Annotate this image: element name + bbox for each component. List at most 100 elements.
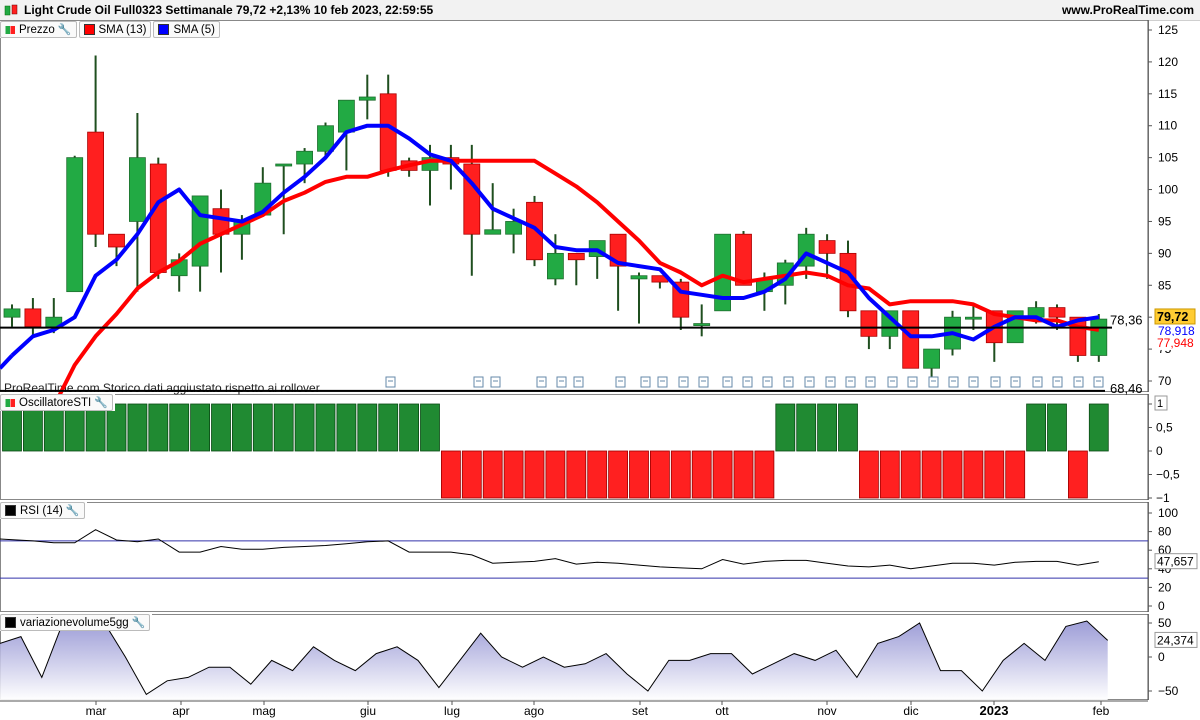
candle-body	[358, 96, 376, 101]
candle-body	[505, 221, 523, 235]
sti-bar	[190, 403, 211, 452]
sti-bar	[859, 450, 879, 499]
price-tick-label: 95	[1158, 214, 1172, 228]
candle-body	[630, 275, 648, 280]
candle-body	[24, 308, 42, 328]
candle-body	[3, 308, 21, 318]
month-label: giu	[360, 704, 376, 718]
sti-bar	[712, 450, 733, 499]
sti-bar	[64, 403, 85, 452]
event-marker-icon	[1073, 376, 1084, 388]
sti-tick-label: −1	[1156, 491, 1170, 505]
sti-bar	[796, 403, 817, 452]
sti-bar	[650, 450, 670, 499]
sti-bar	[85, 403, 106, 452]
rsi-value-label: 47,657	[1157, 555, 1194, 569]
wrench-icon[interactable]: 🔧	[132, 616, 146, 629]
month-label: dic	[903, 704, 918, 718]
price-tick-label: 90	[1158, 246, 1172, 260]
legend-rsi[interactable]: RSI (14) 🔧	[0, 502, 85, 519]
vol-tick-label: 50	[1158, 616, 1172, 630]
sti-bar	[984, 450, 1005, 499]
rsi-line	[0, 529, 1099, 570]
event-marker-icon	[948, 376, 959, 388]
legend-sti[interactable]: OscillatoreSTI 🔧	[0, 394, 113, 411]
event-marker-icon	[722, 376, 733, 388]
sti-bar	[691, 450, 712, 499]
chart-canvas[interactable]: 707580859095100105110115120125ProRealTim…	[0, 0, 1200, 720]
last-price-label: 79,72	[1157, 310, 1188, 324]
price-tick-label: 110	[1158, 119, 1177, 133]
month-label: apr	[172, 704, 189, 718]
event-marker-icon	[1010, 376, 1021, 388]
event-marker-icon	[742, 376, 753, 388]
sti-bar	[420, 403, 440, 452]
legend-sma13-label: SMA (13)	[98, 23, 147, 36]
color-swatch	[5, 505, 16, 516]
sti-value-label: 1	[1157, 398, 1163, 410]
month-label: lug	[444, 704, 460, 718]
candle-body	[547, 252, 564, 280]
event-marker-icon	[678, 376, 689, 388]
price-tick-label: 115	[1158, 87, 1177, 101]
event-marker-icon	[640, 376, 651, 388]
sti-bar	[754, 450, 775, 499]
sti-bar	[357, 403, 378, 452]
legend-prezzo-label: Prezzo	[19, 23, 55, 36]
sti-bar	[838, 403, 858, 452]
legend-sti-label: OscillatoreSTI	[19, 396, 92, 409]
event-marker-icon	[573, 376, 584, 388]
sti-bar	[608, 450, 628, 499]
candle-body	[735, 233, 752, 286]
event-marker-icon	[1032, 376, 1043, 388]
rsi-tick-label: 100	[1158, 506, 1178, 520]
candle-body	[317, 125, 334, 152]
event-marker-icon	[762, 376, 773, 388]
candle-body	[965, 316, 982, 320]
legend-prezzo[interactable]: Prezzo 🔧	[0, 21, 77, 38]
price-legend: Prezzo 🔧 SMA (13) SMA (5)	[0, 21, 222, 38]
event-marker-icon	[490, 376, 501, 388]
price-tick-label: 100	[1158, 183, 1178, 197]
candle-body	[66, 157, 84, 293]
candle-body	[818, 240, 836, 254]
candle-body	[149, 163, 167, 273]
sti-bar	[1088, 403, 1109, 452]
candle-body	[567, 252, 585, 261]
sti-bar	[587, 450, 608, 499]
rsi-tick-label: 20	[1158, 580, 1172, 594]
candle-body	[693, 323, 711, 326]
candle-body	[296, 150, 314, 165]
event-marker-icon	[968, 376, 979, 388]
event-marker-icon	[657, 376, 668, 388]
event-marker-icon	[865, 376, 876, 388]
candle-body	[275, 163, 293, 167]
candle-body	[860, 310, 878, 337]
event-marker-icon	[615, 376, 626, 388]
legend-sma5[interactable]: SMA (5)	[153, 21, 220, 38]
bicolor-candle-icon	[5, 25, 15, 34]
event-marker-icon	[473, 376, 484, 388]
wrench-icon[interactable]: 🔧	[94, 396, 108, 409]
sti-bar	[252, 403, 273, 452]
price-tick-label: 105	[1158, 151, 1178, 165]
sti-bar	[148, 403, 169, 452]
sti-bar	[169, 403, 190, 452]
sti-bar	[231, 403, 252, 452]
wrench-icon[interactable]: 🔧	[58, 23, 72, 36]
wrench-icon[interactable]: 🔧	[66, 504, 80, 517]
event-marker-icon	[385, 376, 396, 388]
sti-bar	[43, 403, 64, 452]
legend-rsi-label: RSI (14)	[20, 504, 63, 517]
sti-bar	[315, 403, 336, 452]
price-tick-label: 85	[1158, 278, 1172, 292]
legend-vol-label: variazionevolume5gg	[20, 616, 129, 629]
sti-bar	[900, 450, 921, 499]
sti-bar	[211, 403, 231, 452]
event-marker-icon	[990, 376, 1001, 388]
legend-sma13[interactable]: SMA (13)	[78, 21, 152, 38]
watermark-text: ProRealTime.com Storico dati aggiustato …	[4, 381, 320, 395]
legend-vol[interactable]: variazionevolume5gg 🔧	[0, 614, 151, 631]
sma5-line-start	[0, 354, 14, 370]
sti-bar	[399, 403, 420, 452]
